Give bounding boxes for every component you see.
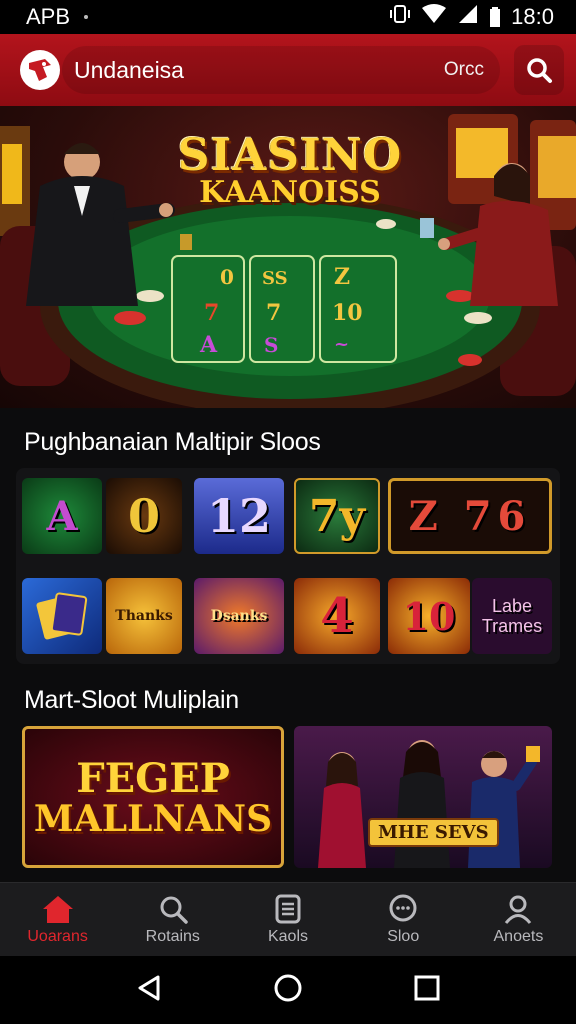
slot-tile-label: Labe Trames [481,596,543,636]
featured-game-title-line2: MALLNANS [33,797,273,840]
svg-text:Z: Z [334,264,350,290]
search-icon [160,896,188,924]
system-nav-bar [0,956,576,1024]
featured-game-card[interactable]: FEGEP MALLNANS [22,726,284,868]
slot-tile[interactable]: 12 [194,478,284,554]
recents-icon[interactable] [414,975,440,1006]
clock: 18:0 [511,4,554,29]
slot-tile-label: 4 [320,588,354,644]
signal-icon [457,4,479,30]
featured-game-card[interactable]: MHE SEVS [294,726,552,868]
home-icon [42,895,73,923]
nav-label: Uoarans [27,927,88,945]
featured-game-title-line1: FEGEP [76,754,230,802]
svg-text:7: 7 [266,300,281,326]
nav-item-home[interactable]: Uoarans [0,883,115,956]
nav-item-account[interactable]: Anoets [461,883,576,956]
featured-games-row: FEGEP MALLNANS MHE SEVS [16,722,560,880]
slot-tile[interactable]: A [22,478,102,554]
svg-text:S: S [264,333,278,357]
nav-item-list[interactable]: Kaols [230,883,345,956]
nav-item-search[interactable]: Rotains [115,883,230,956]
slot-tile[interactable]: Labe Trames [472,578,552,654]
app-header: Undaneisa Orcc [0,34,576,106]
featured-game-badge: MHE SEVS [368,818,499,847]
cards-icon [36,592,88,640]
section-title-slots: Pughbanaian Maltipir Sloos [24,428,321,456]
slot-tile-label: 10 [402,593,456,639]
battery-icon [489,7,501,27]
slot-tile[interactable]: 4 [294,578,380,654]
search-button[interactable] [514,45,564,95]
slot-tile[interactable]: Z 76 [388,478,552,554]
wifi-icon [421,4,447,30]
slot-tile[interactable]: 10 [388,578,470,654]
section-title-multiplayer: Mart-Sloot Muliplain [24,686,239,714]
hero-banner[interactable]: 0 SS Z 7 7 10 A S ~ SIASINO KAANOISS [0,106,576,408]
carrier-label: APB [26,4,71,29]
svg-text:A: A [199,332,218,358]
hero-title-line1: SIASINO [177,130,403,181]
svg-text:~: ~ [334,334,349,355]
vibrate-icon [389,4,411,30]
nav-label: Rotains [145,927,200,945]
search-icon [527,58,552,83]
user-icon [505,895,532,924]
slot-tile-label: Thanks [115,608,173,624]
notification-dot [84,15,89,19]
nav-label: Kaols [267,927,309,945]
nav-label: Anoets [493,927,544,945]
bottom-nav: Uoarans Rotains Kaols Sloo Anoets [0,882,576,956]
home-circle-icon[interactable] [273,973,303,1008]
svg-text:0: 0 [220,265,234,289]
slot-tile-label: Z 76 [408,492,532,540]
hero-title-line2: KAANOISS [199,175,381,210]
slot-tile[interactable]: 0 [106,478,182,554]
app-title-bar[interactable]: Undaneisa Orcc [62,46,500,94]
slot-tile[interactable]: Dsanks [194,578,284,654]
slot-tile[interactable] [22,578,102,654]
slot-games-grid: A 0 12 7y Z 76 Thanks Dsanks 4 10 Labe T… [16,468,560,664]
slot-tile[interactable]: 7y [294,478,380,554]
svg-text:SS: SS [262,268,288,289]
slot-tile-label: 12 [206,489,271,543]
slot-tile-label: A [46,492,78,540]
slot-tile[interactable]: Thanks [106,578,182,654]
app-logo-icon[interactable] [20,50,60,90]
nav-item-chat[interactable]: Sloo [346,883,461,956]
app-title: Undaneisa [74,56,184,83]
status-bar: APB 18:0 [0,0,576,34]
svg-text:10: 10 [332,300,363,326]
list-icon [275,894,301,923]
header-option[interactable]: Orcc [444,59,484,81]
nav-label: Sloo [387,927,420,945]
slot-tile-label: 0 [127,489,160,543]
back-icon[interactable] [136,974,162,1007]
hero-title: SIASINO KAANOISS [170,130,410,210]
svg-text:7: 7 [204,300,219,326]
chat-icon [389,894,417,921]
slot-tile-label: 7y [308,490,366,542]
slot-tile-label: Dsanks [210,608,268,624]
